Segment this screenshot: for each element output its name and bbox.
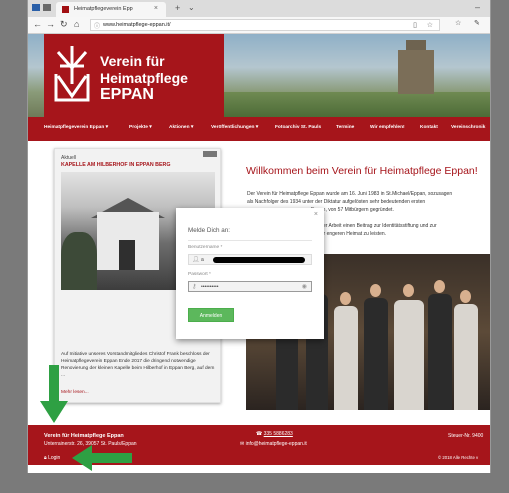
- refresh-icon[interactable]: ↻: [60, 19, 68, 30]
- tab-close-icon[interactable]: ×: [154, 5, 158, 12]
- mail-icon: ✉: [240, 441, 245, 447]
- tab-list-icon[interactable]: [43, 4, 51, 11]
- tab-bar: Heimatpflegeverein Epp × + ⌄ –: [28, 0, 490, 17]
- logo-emblem-icon: [54, 46, 90, 102]
- browser-window: Heimatpflegeverein Epp × + ⌄ – ← → ↻ ⌂ ⓘ…: [27, 0, 491, 473]
- intro-line-2: als Nachfolger des 1934 unter der Diktat…: [247, 199, 426, 205]
- show-password-icon[interactable]: ◉: [302, 283, 307, 290]
- logo-line-3: EPPAN: [100, 86, 154, 103]
- person-shape: [394, 300, 424, 410]
- person-shape: [454, 304, 478, 410]
- url-text: www.heimatpflege-eppan.it/: [103, 22, 171, 28]
- card-badge: [203, 151, 217, 157]
- username-label: Benutzername *: [188, 245, 223, 250]
- menu-item-fotoarchiv[interactable]: Fotoarchiv St. Pauls: [275, 125, 321, 130]
- address-bar[interactable]: ⓘ www.heimatpflege-eppan.it/ ▯ ☆: [90, 19, 440, 31]
- chapel-door-shape: [119, 240, 135, 270]
- main-menu: Heimatpflegeverein Eppan ▾ Projekte ▾ Ak…: [28, 117, 490, 141]
- person-head-shape: [403, 284, 414, 297]
- favorites-icon[interactable]: ☆: [455, 19, 461, 27]
- person-head-shape: [340, 292, 351, 305]
- password-value: ••••••••••: [201, 283, 219, 290]
- site-favicon-icon: [62, 6, 69, 13]
- tree-shape: [61, 232, 97, 290]
- person-head-shape: [434, 280, 445, 293]
- left-arrow-annotation: [72, 445, 132, 471]
- site-info-icon[interactable]: ⓘ: [94, 21, 100, 30]
- username-value: a: [201, 256, 204, 263]
- notes-icon[interactable]: ✎: [474, 19, 480, 27]
- footer-tax-number: Steuer-Nr. 9400: [448, 433, 484, 439]
- home-icon[interactable]: ⌂: [74, 19, 79, 29]
- footer-phone[interactable]: ☎ 335 5886283: [256, 431, 293, 437]
- footer-copyright: © 2018 Alle Rechte v: [438, 455, 479, 460]
- news-excerpt: Auf Initiative unseres Vorstandmitgliede…: [61, 352, 215, 378]
- password-field[interactable]: ⚷ •••••••••• ◉: [188, 281, 312, 292]
- email-address: info@heimatpflege-eppan.it: [245, 441, 307, 447]
- login-label: Login: [48, 455, 61, 461]
- down-arrow-annotation: [40, 365, 68, 423]
- password-label: Passwort *: [188, 272, 211, 277]
- forward-icon[interactable]: →: [46, 19, 55, 29]
- menu-item-vereinschronik[interactable]: Vereinschronik: [451, 125, 485, 130]
- intro-line-3: Eppan, von 57 Mitbürgern gegründet.: [311, 207, 394, 213]
- tab-active[interactable]: Heimatpflegeverein Epp ×: [56, 2, 166, 17]
- phone-number: 335 5886283: [263, 431, 293, 437]
- menu-item-wir-empfehlen[interactable]: Wir empfehlen!: [370, 125, 405, 130]
- lock-icon: 🔒︎: [44, 455, 47, 461]
- intro-line-5: tät der engeren Heimat zu leisten.: [311, 231, 387, 237]
- redaction-bar: [213, 257, 305, 263]
- news-title[interactable]: KAPELLE AM HILBERHOF IN EPPAN BERG: [61, 162, 170, 168]
- menu-item-veroeffentlichungen[interactable]: Veröffentlichungen ▾: [211, 125, 258, 130]
- login-modal: × Melde Dich an: Benutzername * 👤︎ a Pas…: [176, 208, 324, 339]
- footer-email[interactable]: ✉ info@heimatpflege-eppan.it: [240, 441, 307, 447]
- person-shape: [334, 306, 358, 410]
- tab-dropdown-icon[interactable]: ⌄: [188, 3, 195, 12]
- window-minimize-button[interactable]: –: [475, 2, 480, 12]
- phone-icon: ☎: [256, 431, 263, 437]
- menu-item-termine[interactable]: Termine: [336, 125, 354, 130]
- back-icon[interactable]: ←: [33, 19, 42, 29]
- intro-line-1: Der Verein für Heimatpflege Eppan wurde …: [247, 191, 453, 197]
- logo-line-2: Heimatpflege: [100, 70, 188, 86]
- navigation-bar: ← → ↻ ⌂ ⓘ www.heimatpflege-eppan.it/ ▯ ☆…: [28, 17, 490, 34]
- menu-item-projekte[interactable]: Projekte ▾: [129, 125, 152, 130]
- modal-close-icon[interactable]: ×: [314, 211, 318, 218]
- person-shape: [428, 294, 452, 410]
- menu-item-aktionen[interactable]: Aktionen ▾: [169, 125, 193, 130]
- tab-actions-icon[interactable]: [32, 4, 40, 11]
- username-field[interactable]: 👤︎ a: [188, 254, 312, 265]
- modal-divider: [188, 240, 312, 241]
- welcome-heading: Willkommen beim Verein für Heimatpflege …: [246, 165, 478, 177]
- reading-view-icon[interactable]: ▯: [413, 21, 417, 29]
- logo-line-1: Verein für: [100, 53, 165, 69]
- news-category: Aktuell: [61, 155, 77, 161]
- castle-decoration: [398, 50, 434, 94]
- footer-login-link[interactable]: 🔒︎ Login: [44, 455, 60, 461]
- key-icon: ⚷: [192, 284, 197, 290]
- modal-title: Melde Dich an:: [188, 227, 230, 234]
- site-logo[interactable]: Verein für Heimatpflege EPPAN: [44, 34, 224, 117]
- footer-org-name: Verein für Heimatpflege Eppan: [44, 433, 124, 439]
- user-icon: 👤︎: [192, 257, 200, 263]
- menu-item-heimatpflegeverein[interactable]: Heimatpflegeverein Eppan ▾: [44, 125, 108, 130]
- intro-line-4: t seiner Arbeit einen Beitrag zur Identi…: [311, 223, 437, 229]
- favorite-star-icon[interactable]: ☆: [427, 21, 433, 29]
- hills-decoration: [208, 92, 490, 117]
- login-submit-button[interactable]: Anmelden: [188, 308, 234, 322]
- new-tab-button[interactable]: +: [175, 3, 180, 13]
- person-shape: [364, 298, 388, 410]
- tab-title: Heimatpflegeverein Epp: [74, 6, 133, 12]
- person-head-shape: [370, 284, 381, 297]
- person-head-shape: [460, 290, 471, 303]
- menu-item-kontakt[interactable]: Kontakt: [420, 125, 438, 130]
